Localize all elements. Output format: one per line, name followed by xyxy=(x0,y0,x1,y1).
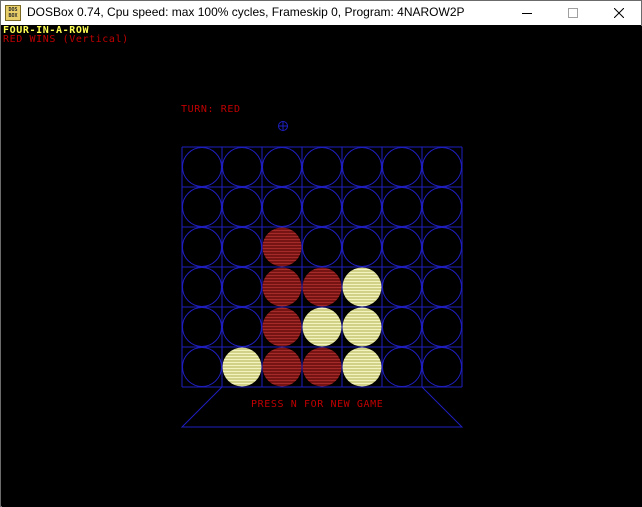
empty-slot[interactable] xyxy=(382,347,422,387)
empty-slot[interactable] xyxy=(342,227,382,267)
close-button[interactable] xyxy=(596,1,642,25)
empty-slot[interactable] xyxy=(382,307,422,347)
empty-slot[interactable] xyxy=(422,307,462,347)
red-piece xyxy=(302,347,342,387)
empty-slot[interactable] xyxy=(182,307,222,347)
empty-slot[interactable] xyxy=(222,307,262,347)
empty-slot[interactable] xyxy=(342,187,382,227)
empty-slot[interactable] xyxy=(422,347,462,387)
red-piece xyxy=(262,307,302,347)
new-game-prompt: PRESS N FOR NEW GAME xyxy=(251,399,384,410)
empty-slot[interactable] xyxy=(262,187,302,227)
title-bar[interactable]: DOS BOX DOSBox 0.74, Cpu speed: max 100%… xyxy=(1,1,641,25)
empty-slot[interactable] xyxy=(422,187,462,227)
yellow-piece xyxy=(342,347,382,387)
empty-slot[interactable] xyxy=(382,187,422,227)
yellow-piece xyxy=(222,347,262,387)
empty-slot[interactable] xyxy=(222,187,262,227)
empty-slot[interactable] xyxy=(382,267,422,307)
red-piece xyxy=(262,347,302,387)
empty-slot[interactable] xyxy=(182,187,222,227)
empty-slot[interactable] xyxy=(222,147,262,187)
empty-slot[interactable] xyxy=(262,147,302,187)
empty-slot[interactable] xyxy=(182,227,222,267)
yellow-piece xyxy=(342,307,382,347)
yellow-piece xyxy=(342,267,382,307)
empty-slot[interactable] xyxy=(182,147,222,187)
maximize-icon xyxy=(568,8,578,18)
empty-slot[interactable] xyxy=(422,147,462,187)
empty-slot[interactable] xyxy=(342,147,382,187)
red-piece xyxy=(262,267,302,307)
empty-slot[interactable] xyxy=(382,147,422,187)
close-icon xyxy=(614,8,624,18)
empty-slot[interactable] xyxy=(302,147,342,187)
minimize-icon xyxy=(522,13,532,14)
minimize-button[interactable] xyxy=(504,1,550,25)
dos-screen[interactable]: FOUR-IN-A-ROW RED WINS (Vertical) TURN: … xyxy=(2,26,642,507)
empty-slot[interactable] xyxy=(182,267,222,307)
empty-slot[interactable] xyxy=(422,267,462,307)
dosbox-window: DOS BOX DOSBox 0.74, Cpu speed: max 100%… xyxy=(0,0,642,507)
empty-slot[interactable] xyxy=(222,227,262,267)
maximize-button[interactable] xyxy=(550,1,596,25)
empty-slot[interactable] xyxy=(182,347,222,387)
empty-slot[interactable] xyxy=(302,227,342,267)
empty-slot[interactable] xyxy=(382,227,422,267)
empty-slot[interactable] xyxy=(222,267,262,307)
empty-slot[interactable] xyxy=(422,227,462,267)
empty-slot[interactable] xyxy=(302,187,342,227)
red-piece xyxy=(262,227,302,267)
yellow-piece xyxy=(302,307,342,347)
game-board[interactable] xyxy=(2,26,642,507)
red-piece xyxy=(302,267,342,307)
window-title: DOSBox 0.74, Cpu speed: max 100% cycles,… xyxy=(27,5,465,19)
dosbox-app-icon: DOS BOX xyxy=(5,5,21,21)
